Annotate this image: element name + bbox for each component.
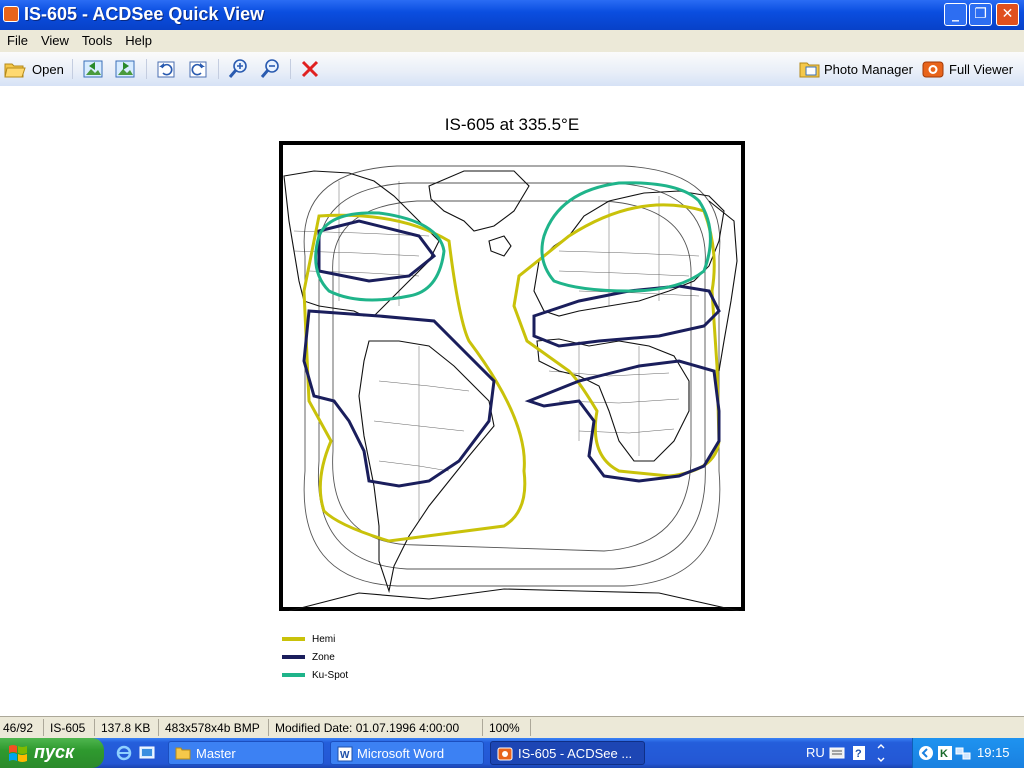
toolbar: Open Photo Manager Full Viewer [0,52,1024,87]
zoom-out-icon [260,59,279,78]
rotate-right-button[interactable] [187,57,209,81]
task-label: IS-605 - ACDSee ... [518,746,633,761]
open-label: Open [32,61,64,77]
zoom-in-icon [228,59,247,78]
minimize-button[interactable]: _ [944,3,967,26]
menu-view[interactable]: View [34,30,75,48]
status-file-name: IS-605 [50,721,86,735]
legend-swatch-hemi [282,637,305,641]
help-icon[interactable]: ? [852,745,866,761]
language-bar-options-icon[interactable] [876,744,886,762]
acdsee-app-icon[interactable] [3,6,19,22]
open-button[interactable]: Open [4,57,64,81]
next-image-icon [115,60,135,78]
network-icon[interactable] [955,745,971,761]
close-button[interactable]: ✕ [996,3,1019,26]
svg-text:?: ? [855,748,862,760]
language-indicator[interactable]: RU [806,745,825,760]
windows-logo-icon [9,745,27,762]
map-title: IS-605 at 335.5°E [444,115,580,134]
menu-help[interactable]: Help [118,30,158,48]
menu-tools[interactable]: Tools [75,30,118,48]
legend-swatch-ku-spot [282,673,305,677]
status-image-index: 46/92 [3,721,34,735]
photo-manager-button[interactable]: Photo Manager [799,57,913,81]
full-viewer-icon [922,61,944,78]
status-zoom: 100% [489,721,520,735]
task-master[interactable]: Master [168,741,324,765]
legend-swatch-zone [282,655,305,659]
status-modified-date: Modified Date: 01.07.1996 4:00:00 [275,721,460,735]
word-icon: W [337,746,353,762]
zoom-out-button[interactable] [259,57,281,81]
menu-bar: File View Tools Help [0,30,1024,52]
clock[interactable]: 19:15 [977,745,1010,760]
delete-button[interactable] [299,57,321,81]
menu-file[interactable]: File [0,30,34,48]
kaspersky-icon[interactable]: K [937,745,953,761]
system-tray: K 19:15 [912,738,1024,768]
next-image-button[interactable] [114,57,136,81]
task-label: Master [196,746,236,761]
rotate-left-icon [157,61,175,78]
legend-label: Zone [312,651,335,663]
previous-image-button[interactable] [82,57,104,81]
taskbar: пуск Master W Microsoft Word IS-605 - AC… [0,738,1024,768]
status-file-size: 137.8 KB [101,721,151,735]
svg-text:K: K [940,748,948,760]
photo-manager-label: Photo Manager [824,61,913,77]
task-acdsee-active[interactable]: IS-605 - ACDSee ... [490,741,645,765]
svg-text:W: W [340,750,350,761]
acdsee-icon [497,747,513,761]
status-dimensions: 483x578x4b BMP [165,721,260,735]
map-legend: Hemi Zone Ku-Spot [282,630,348,684]
start-label: пуск [34,742,75,762]
status-bar: 46/92 IS-605 137.8 KB 483x578x4b BMP Mod… [0,716,1024,739]
window-title: IS-605 - ACDSee Quick View [24,4,265,24]
previous-image-icon [83,60,103,78]
rotate-left-button[interactable] [155,57,177,81]
legend-item: Zone [282,648,348,666]
maximize-button[interactable]: ❐ [969,3,992,26]
show-hidden-icons-icon[interactable] [918,745,934,761]
rotate-right-icon [189,61,207,78]
photo-manager-icon [799,62,820,78]
image-viewer[interactable]: IS-605 at 335.5°E Hemi Zone Ku-Spot [0,86,1024,716]
legend-label: Hemi [312,633,336,645]
full-viewer-button[interactable]: Full Viewer [922,57,1013,81]
folder-icon [175,747,191,760]
legend-label: Ku-Spot [312,669,349,681]
start-button[interactable]: пуск [0,738,104,768]
legend-item: Hemi [282,630,348,648]
internet-explorer-icon[interactable] [116,745,132,761]
open-folder-icon [4,63,26,78]
zoom-in-button[interactable] [227,57,249,81]
show-desktop-icon[interactable] [139,745,155,761]
keyboard-icon[interactable] [829,747,845,759]
title-bar: IS-605 - ACDSee Quick View _ ❐ ✕ [0,0,1024,30]
full-viewer-label: Full Viewer [949,61,1014,77]
legend-item: Ku-Spot [282,666,348,684]
task-label: Microsoft Word [357,746,445,761]
delete-x-icon [301,60,319,78]
coverage-map [279,141,745,611]
task-microsoft-word[interactable]: W Microsoft Word [330,741,484,765]
